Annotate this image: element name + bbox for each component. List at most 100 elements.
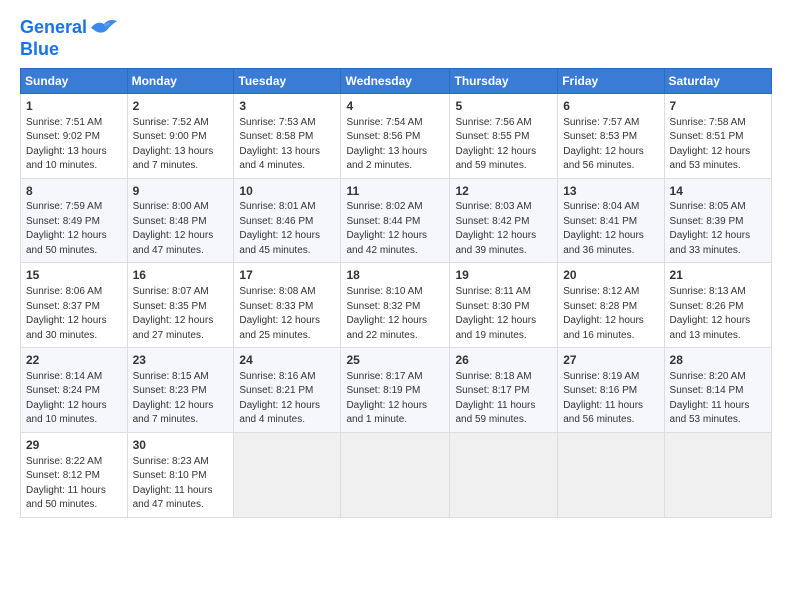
calendar-day-cell: 1Sunrise: 7:51 AMSunset: 9:02 PMDaylight… [21, 93, 128, 178]
day-info: Sunrise: 8:07 AMSunset: 8:35 PMDaylight:… [133, 285, 229, 343]
calendar-day-cell [234, 432, 341, 517]
day-number: 16 [133, 267, 229, 284]
day-number: 2 [133, 98, 229, 115]
calendar-header-friday: Friday [558, 68, 664, 93]
day-number: 29 [26, 437, 122, 454]
calendar-day-cell: 22Sunrise: 8:14 AMSunset: 8:24 PMDayligh… [21, 348, 128, 433]
calendar-day-cell: 18Sunrise: 8:10 AMSunset: 8:32 PMDayligh… [341, 263, 450, 348]
calendar-table: SundayMondayTuesdayWednesdayThursdayFrid… [20, 68, 772, 518]
day-number: 23 [133, 352, 229, 369]
calendar-week-row: 15Sunrise: 8:06 AMSunset: 8:37 PMDayligh… [21, 263, 772, 348]
day-number: 24 [239, 352, 335, 369]
day-info: Sunrise: 8:10 AMSunset: 8:32 PMDaylight:… [346, 285, 444, 343]
day-info: Sunrise: 8:17 AMSunset: 8:19 PMDaylight:… [346, 370, 444, 428]
calendar-day-cell: 6Sunrise: 7:57 AMSunset: 8:53 PMDaylight… [558, 93, 664, 178]
day-number: 27 [563, 352, 658, 369]
logo-text-blue: Blue [20, 40, 119, 60]
day-info: Sunrise: 8:14 AMSunset: 8:24 PMDaylight:… [26, 370, 122, 428]
calendar-day-cell: 16Sunrise: 8:07 AMSunset: 8:35 PMDayligh… [127, 263, 234, 348]
calendar-day-cell: 7Sunrise: 7:58 AMSunset: 8:51 PMDaylight… [664, 93, 771, 178]
calendar-day-cell: 21Sunrise: 8:13 AMSunset: 8:26 PMDayligh… [664, 263, 771, 348]
day-info: Sunrise: 8:13 AMSunset: 8:26 PMDaylight:… [670, 285, 766, 343]
calendar-day-cell [450, 432, 558, 517]
day-info: Sunrise: 8:19 AMSunset: 8:16 PMDaylight:… [563, 370, 658, 428]
day-info: Sunrise: 7:52 AMSunset: 9:00 PMDaylight:… [133, 116, 229, 174]
day-number: 6 [563, 98, 658, 115]
calendar-header-monday: Monday [127, 68, 234, 93]
calendar-day-cell: 8Sunrise: 7:59 AMSunset: 8:49 PMDaylight… [21, 178, 128, 263]
day-info: Sunrise: 8:15 AMSunset: 8:23 PMDaylight:… [133, 370, 229, 428]
day-number: 18 [346, 267, 444, 284]
calendar-day-cell: 24Sunrise: 8:16 AMSunset: 8:21 PMDayligh… [234, 348, 341, 433]
calendar-day-cell: 13Sunrise: 8:04 AMSunset: 8:41 PMDayligh… [558, 178, 664, 263]
page: General Blue SundayMondayTuesdayWednesda… [0, 0, 792, 612]
calendar-day-cell: 14Sunrise: 8:05 AMSunset: 8:39 PMDayligh… [664, 178, 771, 263]
calendar-day-cell [341, 432, 450, 517]
calendar-day-cell: 10Sunrise: 8:01 AMSunset: 8:46 PMDayligh… [234, 178, 341, 263]
calendar-header-row: SundayMondayTuesdayWednesdayThursdayFrid… [21, 68, 772, 93]
day-info: Sunrise: 8:18 AMSunset: 8:17 PMDaylight:… [455, 370, 552, 428]
calendar-header-thursday: Thursday [450, 68, 558, 93]
calendar-day-cell: 11Sunrise: 8:02 AMSunset: 8:44 PMDayligh… [341, 178, 450, 263]
day-number: 12 [455, 183, 552, 200]
day-info: Sunrise: 7:56 AMSunset: 8:55 PMDaylight:… [455, 116, 552, 174]
calendar-day-cell: 23Sunrise: 8:15 AMSunset: 8:23 PMDayligh… [127, 348, 234, 433]
day-number: 9 [133, 183, 229, 200]
calendar-day-cell: 28Sunrise: 8:20 AMSunset: 8:14 PMDayligh… [664, 348, 771, 433]
calendar-day-cell: 19Sunrise: 8:11 AMSunset: 8:30 PMDayligh… [450, 263, 558, 348]
day-number: 1 [26, 98, 122, 115]
day-number: 20 [563, 267, 658, 284]
calendar-day-cell: 9Sunrise: 8:00 AMSunset: 8:48 PMDaylight… [127, 178, 234, 263]
calendar-day-cell: 4Sunrise: 7:54 AMSunset: 8:56 PMDaylight… [341, 93, 450, 178]
calendar-week-row: 29Sunrise: 8:22 AMSunset: 8:12 PMDayligh… [21, 432, 772, 517]
day-info: Sunrise: 8:12 AMSunset: 8:28 PMDaylight:… [563, 285, 658, 343]
day-info: Sunrise: 8:11 AMSunset: 8:30 PMDaylight:… [455, 285, 552, 343]
day-number: 4 [346, 98, 444, 115]
day-info: Sunrise: 7:58 AMSunset: 8:51 PMDaylight:… [670, 116, 766, 174]
day-info: Sunrise: 8:01 AMSunset: 8:46 PMDaylight:… [239, 200, 335, 258]
calendar-day-cell [558, 432, 664, 517]
day-info: Sunrise: 8:05 AMSunset: 8:39 PMDaylight:… [670, 200, 766, 258]
calendar-week-row: 1Sunrise: 7:51 AMSunset: 9:02 PMDaylight… [21, 93, 772, 178]
day-number: 8 [26, 183, 122, 200]
calendar-day-cell: 27Sunrise: 8:19 AMSunset: 8:16 PMDayligh… [558, 348, 664, 433]
calendar-header-wednesday: Wednesday [341, 68, 450, 93]
day-number: 28 [670, 352, 766, 369]
day-info: Sunrise: 7:53 AMSunset: 8:58 PMDaylight:… [239, 116, 335, 174]
day-number: 13 [563, 183, 658, 200]
day-number: 11 [346, 183, 444, 200]
day-info: Sunrise: 8:20 AMSunset: 8:14 PMDaylight:… [670, 370, 766, 428]
day-number: 15 [26, 267, 122, 284]
day-number: 7 [670, 98, 766, 115]
day-number: 30 [133, 437, 229, 454]
logo-text: General [20, 18, 87, 38]
day-info: Sunrise: 7:51 AMSunset: 9:02 PMDaylight:… [26, 116, 122, 174]
calendar-day-cell: 29Sunrise: 8:22 AMSunset: 8:12 PMDayligh… [21, 432, 128, 517]
calendar-day-cell: 26Sunrise: 8:18 AMSunset: 8:17 PMDayligh… [450, 348, 558, 433]
day-number: 26 [455, 352, 552, 369]
header: General Blue [20, 16, 772, 60]
day-info: Sunrise: 8:22 AMSunset: 8:12 PMDaylight:… [26, 455, 122, 513]
logo-bird-icon [89, 16, 119, 40]
calendar-day-cell: 2Sunrise: 7:52 AMSunset: 9:00 PMDaylight… [127, 93, 234, 178]
calendar-day-cell: 12Sunrise: 8:03 AMSunset: 8:42 PMDayligh… [450, 178, 558, 263]
day-info: Sunrise: 8:02 AMSunset: 8:44 PMDaylight:… [346, 200, 444, 258]
day-info: Sunrise: 7:57 AMSunset: 8:53 PMDaylight:… [563, 116, 658, 174]
day-number: 21 [670, 267, 766, 284]
day-info: Sunrise: 8:04 AMSunset: 8:41 PMDaylight:… [563, 200, 658, 258]
calendar-day-cell [664, 432, 771, 517]
day-number: 25 [346, 352, 444, 369]
day-number: 22 [26, 352, 122, 369]
day-number: 5 [455, 98, 552, 115]
day-number: 17 [239, 267, 335, 284]
calendar-header-sunday: Sunday [21, 68, 128, 93]
calendar-day-cell: 17Sunrise: 8:08 AMSunset: 8:33 PMDayligh… [234, 263, 341, 348]
logo: General Blue [20, 16, 119, 60]
day-number: 3 [239, 98, 335, 115]
calendar-header-tuesday: Tuesday [234, 68, 341, 93]
day-info: Sunrise: 8:08 AMSunset: 8:33 PMDaylight:… [239, 285, 335, 343]
day-info: Sunrise: 8:16 AMSunset: 8:21 PMDaylight:… [239, 370, 335, 428]
calendar-week-row: 22Sunrise: 8:14 AMSunset: 8:24 PMDayligh… [21, 348, 772, 433]
day-info: Sunrise: 8:06 AMSunset: 8:37 PMDaylight:… [26, 285, 122, 343]
calendar-day-cell: 15Sunrise: 8:06 AMSunset: 8:37 PMDayligh… [21, 263, 128, 348]
